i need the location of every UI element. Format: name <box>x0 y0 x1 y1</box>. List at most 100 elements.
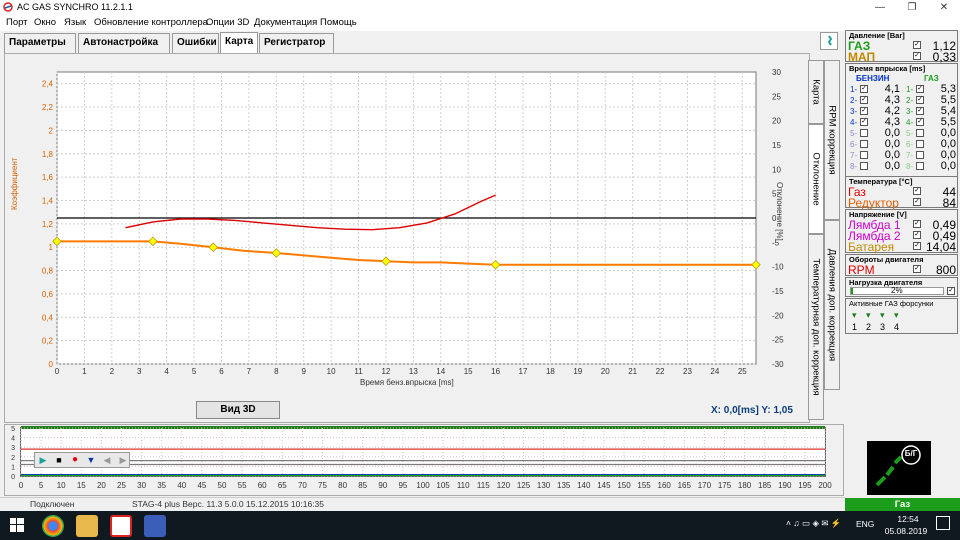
y2-tick-label: -10 <box>772 263 784 272</box>
y2-tick-label: -25 <box>772 336 784 345</box>
y-tick-label: 2 <box>49 126 54 135</box>
gas-injector-number: 6- <box>906 140 914 149</box>
record-icon[interactable]: ● <box>67 453 83 467</box>
gas-injector-checkbox[interactable] <box>916 129 924 137</box>
recorder-oscillogram[interactable] <box>20 427 826 477</box>
lambda1-checkbox[interactable]: ✓ <box>913 220 921 228</box>
side-tab-map[interactable]: Карта <box>808 60 824 124</box>
y2-tick-label: -30 <box>772 360 784 369</box>
y2-tick-label: 30 <box>772 68 781 77</box>
pressure-map-value: 0,33 <box>932 50 956 64</box>
notification-icon[interactable] <box>936 516 950 530</box>
app-taskbar-icon[interactable] <box>144 515 166 537</box>
side-tab-deviation[interactable]: Отклонение <box>808 124 824 234</box>
petrol-injector-checkbox[interactable] <box>860 129 868 137</box>
clock-date: 05.08.2019 <box>884 526 928 536</box>
y-tick-label: 1,6 <box>42 173 54 182</box>
y-tick-label: 0,2 <box>42 337 54 346</box>
injector-3-icon: ▾ <box>880 310 885 320</box>
temp-gas-checkbox[interactable]: ✓ <box>913 187 921 195</box>
x-tick-label: 0 <box>55 367 60 376</box>
gas-injector-number: 8- <box>906 162 914 171</box>
x-tick-label: 3 <box>137 367 142 376</box>
petrol-injector-number: 2- <box>850 96 858 105</box>
injector-4-icon: ▾ <box>894 310 899 320</box>
windows-start-icon[interactable] <box>10 518 24 532</box>
x-tick-label: 25 <box>738 367 747 376</box>
gas-injector-number: 5- <box>906 129 914 138</box>
x-tick-label: 19 <box>573 367 582 376</box>
petrol-header: БЕНЗИН <box>856 74 890 83</box>
rpm-value: 800 <box>935 263 956 277</box>
gas-injector-checkbox[interactable] <box>916 151 924 159</box>
connection-status: Подключен <box>30 499 75 509</box>
fuel-mode-state[interactable]: Газ <box>845 498 960 511</box>
x-tick-label: 21 <box>628 367 637 376</box>
petrol-injector-number: 7- <box>850 151 858 160</box>
side-tab-rpm-correction[interactable]: RPM коррекция <box>824 60 840 220</box>
pressure-map-checkbox[interactable]: ✓ <box>913 52 921 60</box>
x-tick-label: 24 <box>710 367 719 376</box>
prev-icon[interactable]: ◀ <box>99 453 115 467</box>
injection-title: Время впрыска [ms] <box>849 64 926 73</box>
input-language[interactable]: ENG <box>856 519 874 529</box>
tray-icons[interactable]: ˄ ♫ ▭ ◈ ✉ ⚡ <box>786 518 841 529</box>
petrol-injector-checkbox[interactable] <box>860 140 868 148</box>
y2-tick-label: 20 <box>772 117 781 126</box>
y-tick-label: 0,8 <box>42 267 54 276</box>
x-tick-label: 8 <box>274 367 279 376</box>
y-axis-label-left: Коэффициент <box>10 157 19 210</box>
load-checkbox[interactable]: ✓ <box>947 287 955 295</box>
injector-2-icon: ▾ <box>866 310 871 320</box>
petrol-injector-checkbox[interactable] <box>860 151 868 159</box>
stop-icon[interactable]: ■ <box>51 453 67 467</box>
petrol-injector-checkbox[interactable] <box>860 162 868 170</box>
gas-injector-checkbox[interactable]: ✓ <box>916 85 924 93</box>
gas-injector-checkbox[interactable]: ✓ <box>916 118 924 126</box>
gas-injector-checkbox[interactable] <box>916 162 924 170</box>
side-tab-pressure-correction[interactable]: Давления доп. коррекция <box>824 220 840 390</box>
x-tick-label: 1 <box>82 367 87 376</box>
chrome-icon[interactable] <box>42 515 64 537</box>
y-tick-label: 0 <box>49 360 54 369</box>
x-tick-label: 20 <box>601 367 610 376</box>
gas-injector-checkbox[interactable]: ✓ <box>916 107 924 115</box>
fuel-switch-icon[interactable]: Б/Г <box>867 441 931 495</box>
x-tick-label: 12 <box>381 367 390 376</box>
rpm-group: Обороты двигателя RPM ✓ 800 <box>845 254 958 276</box>
petrol-injector-number: 4- <box>850 118 858 127</box>
x-tick-label: 9 <box>301 367 306 376</box>
cursor-x-label: X: <box>711 405 721 416</box>
play-icon[interactable]: ▶ <box>35 453 51 467</box>
petrol-injector-checkbox[interactable]: ✓ <box>860 96 868 104</box>
cursor-x-value: 0,0[ms] <box>723 405 759 416</box>
gas-injector-checkbox[interactable] <box>916 140 924 148</box>
pressure-gas-checkbox[interactable]: ✓ <box>913 41 921 49</box>
cursor-y-label: Y: <box>761 405 771 416</box>
next-icon[interactable]: ▶ <box>115 453 131 467</box>
gas-injector-number: 2- <box>906 96 914 105</box>
temp-reducer-checkbox[interactable]: ✓ <box>913 198 921 206</box>
petrol-injector-checkbox[interactable]: ✓ <box>860 118 868 126</box>
side-tab-temperature-correction[interactable]: Температурная доп. коррекция <box>808 234 824 420</box>
x-tick-label: 15 <box>464 367 473 376</box>
ac-gas-synchro-taskbar-icon[interactable] <box>110 515 132 537</box>
trigger-icon[interactable]: ▼ <box>83 453 99 467</box>
gas-header: ГАЗ <box>924 74 939 83</box>
petrol-injector-number: 6- <box>850 140 858 149</box>
y2-tick-label: 10 <box>772 165 781 174</box>
cursor-readout: X: 0,0[ms] Y: 1,05 <box>711 405 793 416</box>
y2-tick-label: -15 <box>772 287 784 296</box>
rpm-checkbox[interactable]: ✓ <box>913 265 921 273</box>
lambda2-checkbox[interactable]: ✓ <box>913 231 921 239</box>
y-tick-label: 1,4 <box>42 196 54 205</box>
x-tick-label: 4 <box>164 367 169 376</box>
y-tick-label: 0,4 <box>42 313 54 322</box>
petrol-injector-checkbox[interactable]: ✓ <box>860 85 868 93</box>
file-explorer-icon[interactable] <box>76 515 98 537</box>
petrol-injector-checkbox[interactable]: ✓ <box>860 107 868 115</box>
gas-injector-checkbox[interactable]: ✓ <box>916 96 924 104</box>
view-3d-button[interactable]: Вид 3D <box>196 401 280 419</box>
x-tick-label: 14 <box>436 367 445 376</box>
petrol-injector-number: 1- <box>850 85 858 94</box>
